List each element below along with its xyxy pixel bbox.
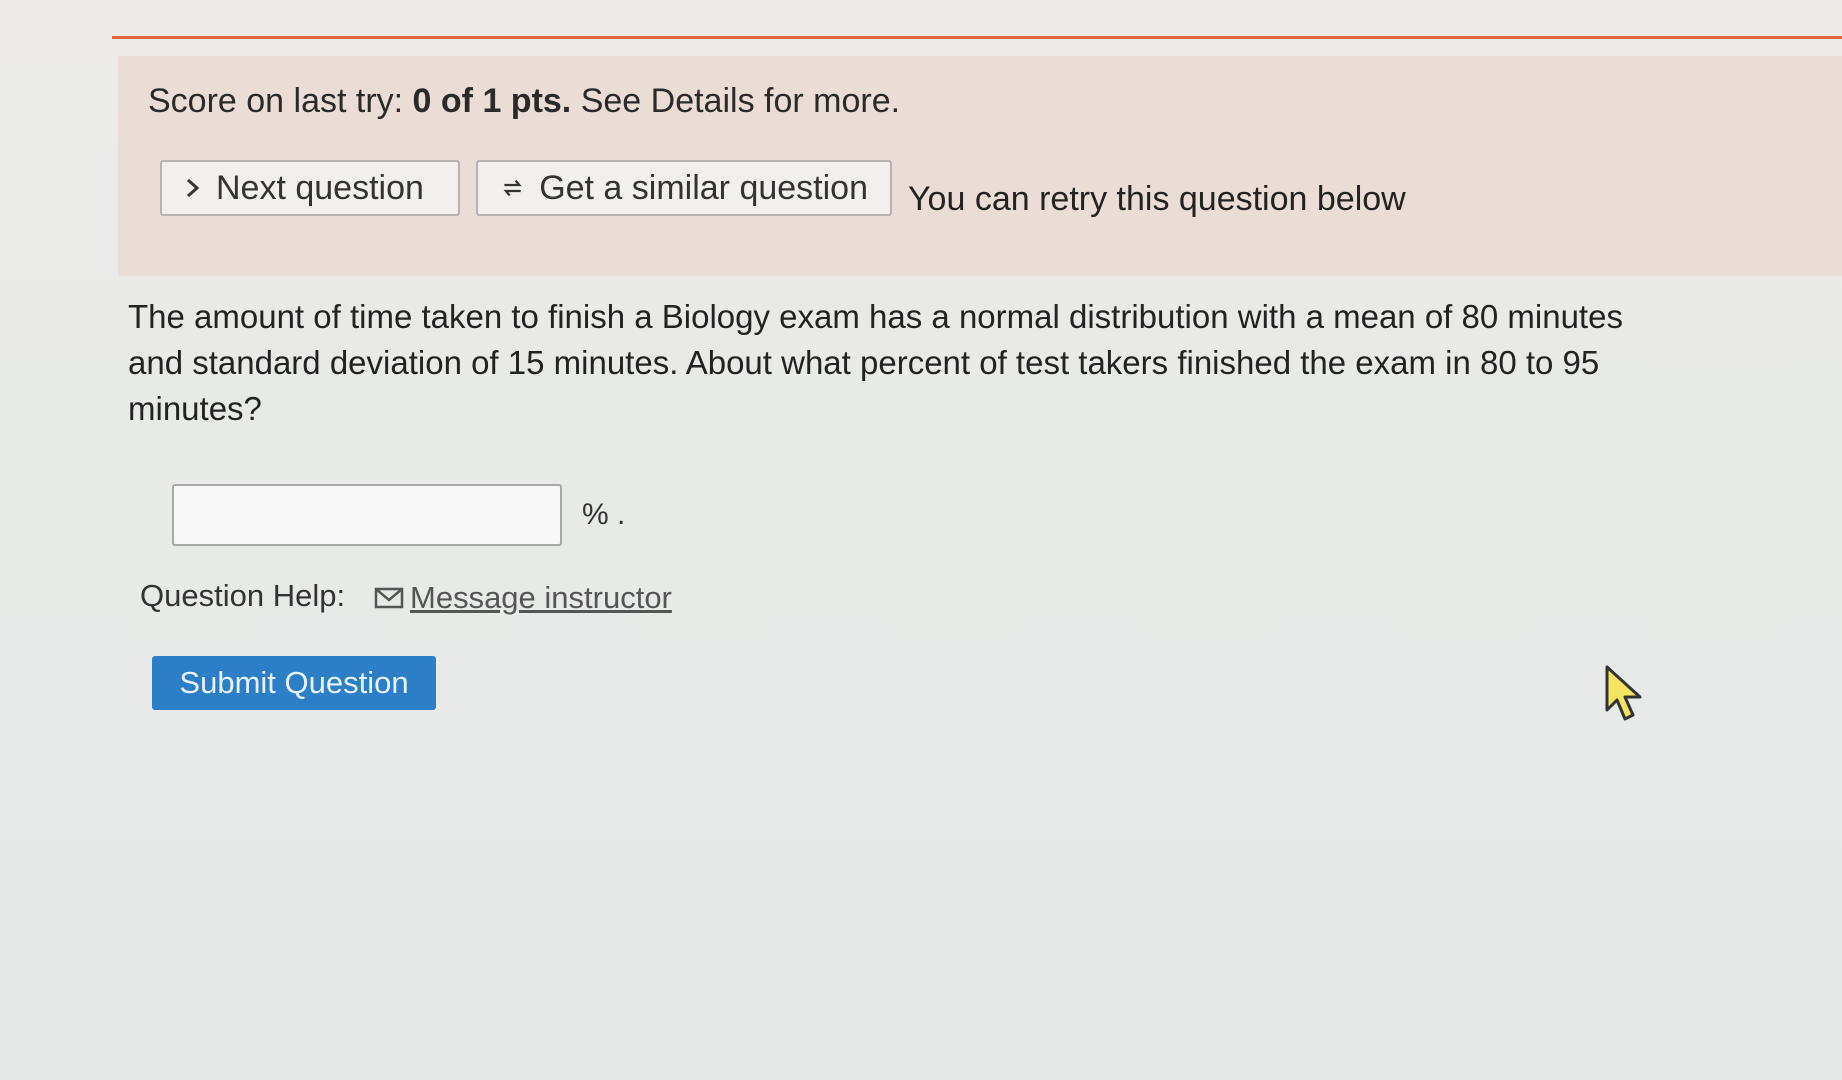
mail-icon — [374, 587, 404, 609]
score-status: Score on last try: 0 of 1 pts. See Detai… — [148, 82, 900, 121]
score-prefix: Score on last try: — [148, 82, 413, 120]
answer-unit: % . — [582, 498, 626, 531]
cycle-icon — [503, 179, 522, 197]
message-instructor-link[interactable]: Message instructor — [374, 580, 672, 616]
retry-note: You can retry this question below — [908, 180, 1406, 218]
score-value: 0 of 1 pts. — [412, 82, 572, 120]
message-instructor-label: Message instructor — [410, 580, 672, 615]
next-question-label: Next question — [216, 168, 424, 207]
question-help-label: Question Help: — [140, 578, 346, 613]
score-suffix: See Details for more. — [571, 82, 901, 120]
answer-input[interactable] — [172, 484, 562, 546]
similar-question-label: Get a similar question — [539, 168, 868, 207]
mouse-pointer-icon — [1605, 665, 1642, 721]
quiz-page: Score on last try: 0 of 1 pts. See Detai… — [0, 0, 1842, 1080]
similar-question-button[interactable]: Get a similar question — [476, 160, 892, 216]
question-text: The amount of time taken to finish a Bio… — [128, 298, 1623, 427]
chevron-right-icon — [187, 178, 200, 198]
next-question-button[interactable]: Next question — [160, 160, 460, 216]
submit-question-button[interactable]: Submit Question — [152, 656, 436, 710]
accent-rule — [112, 36, 1842, 39]
